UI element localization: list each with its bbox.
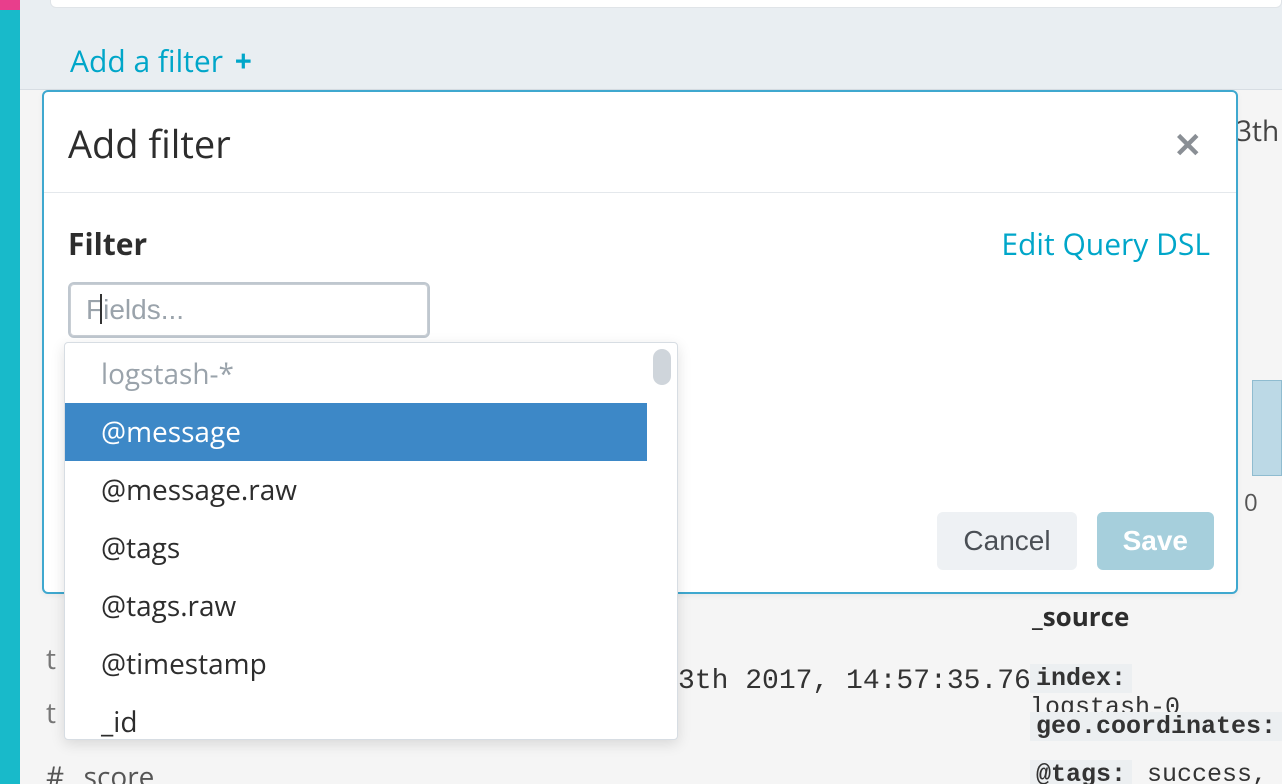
kv-key: geo.coordinates:	[1030, 712, 1282, 741]
cancel-button[interactable]: Cancel	[937, 512, 1076, 570]
save-button[interactable]: Save	[1097, 512, 1214, 570]
modal-body: Filter Edit Query DSL	[44, 193, 1236, 338]
timerange-fragment: 3th	[1236, 112, 1279, 150]
kv-key: index:	[1030, 664, 1132, 693]
dropdown-item[interactable]: _id	[65, 693, 647, 739]
kv-key: @tags:	[1030, 760, 1132, 784]
dropdown-item[interactable]: @message.raw	[65, 461, 647, 519]
filter-bar: Add a filter +	[20, 0, 1282, 90]
add-filter-label: Add a filter	[70, 40, 223, 81]
timestamp-cell-fragment: 3th 2017, 14:57:35.760	[678, 666, 1048, 697]
dropdown-scrollbar-thumb[interactable]	[653, 349, 671, 385]
sidebar-field-fragment: t	[46, 694, 56, 732]
modal-title: Add filter	[68, 118, 231, 170]
filter-section-label: Filter	[68, 223, 147, 264]
app-left-stripe-accent	[0, 0, 20, 10]
dropdown-item[interactable]: @tags.raw	[65, 577, 647, 635]
add-filter-link[interactable]: Add a filter +	[70, 40, 252, 81]
fields-input[interactable]	[68, 282, 430, 338]
plus-icon: +	[235, 40, 252, 81]
axis-zero-label: 0	[1244, 486, 1258, 519]
chart-fragment	[1252, 380, 1282, 476]
dropdown-item[interactable]: @timestamp	[65, 635, 647, 693]
dropdown-scrollbar-track[interactable]	[653, 349, 671, 733]
source-kv-geo: geo.coordinates:	[1030, 712, 1282, 741]
text-caret	[100, 294, 102, 324]
dropdown-group-label: logstash-*	[65, 343, 647, 403]
search-bar-fragment	[50, 0, 1282, 8]
fields-dropdown: logstash-* @message @message.raw @tags @…	[64, 342, 678, 740]
app-left-stripe	[0, 0, 20, 784]
dropdown-item[interactable]: @tags	[65, 519, 647, 577]
modal-header: Add filter ✕	[44, 92, 1236, 193]
edit-query-dsl-link[interactable]: Edit Query DSL	[1001, 223, 1210, 264]
sidebar-score-row: # _score	[46, 758, 154, 784]
source-column-header: _source	[1032, 598, 1129, 634]
sidebar-field-fragment: t	[46, 640, 56, 678]
modal-footer: Cancel Save	[937, 512, 1214, 570]
dropdown-item[interactable]: @message	[65, 403, 647, 461]
source-kv-tags: @tags: success, i	[1030, 760, 1282, 784]
close-icon[interactable]: ✕	[1174, 127, 1203, 161]
